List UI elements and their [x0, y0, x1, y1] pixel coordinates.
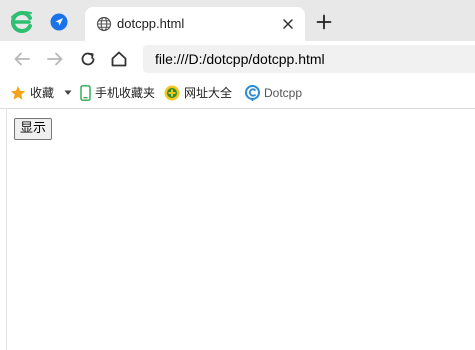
bookmark-mobile-favorites-label: 手机收藏夹 [95, 86, 156, 100]
bookmark-favorites[interactable]: 收藏 [10, 77, 54, 108]
arrow-right-icon[interactable] [46, 50, 64, 68]
bookmark-web-nav-label: 网址大全 [184, 86, 233, 100]
plus-icon[interactable] [316, 14, 332, 30]
bookmark-favorites-label: 收藏 [30, 86, 55, 100]
tab-strip: dotcpp.html [0, 0, 475, 41]
bookmarks-bar: 收藏 手机收藏夹 网址大全 Dotcpp [0, 77, 475, 109]
address-url[interactable]: file:///D:/dotcpp/dotcpp.html [155, 51, 325, 67]
content-divider [6, 109, 7, 350]
bookmark-web-nav[interactable]: 网址大全 [164, 77, 232, 108]
browser-window: dotcpp.html file:///D:/dotcpp/dotcpp.htm… [0, 0, 475, 350]
close-icon[interactable] [282, 18, 294, 30]
navigation-toolbar: file:///D:/dotcpp/dotcpp.html [0, 41, 475, 77]
page-content: 显示 [0, 109, 475, 350]
show-button[interactable]: 显示 [14, 118, 53, 140]
tab-title: dotcpp.html [117, 16, 185, 31]
tab-active[interactable]: dotcpp.html [85, 7, 305, 41]
bookmark-dotcpp[interactable]: Dotcpp [245, 77, 302, 108]
home-icon[interactable] [110, 50, 128, 68]
dotcpp-icon [245, 84, 260, 101]
navigation-arrow-icon[interactable] [50, 13, 68, 31]
phone-icon [80, 84, 91, 101]
star-icon [10, 85, 26, 100]
web-nav-icon [164, 85, 180, 100]
browser-logo-icon[interactable] [9, 9, 35, 35]
address-bar[interactable]: file:///D:/dotcpp/dotcpp.html [143, 45, 475, 73]
bookmark-dotcpp-label: Dotcpp [264, 85, 303, 100]
reload-icon[interactable] [79, 50, 97, 68]
globe-icon [96, 16, 112, 32]
arrow-left-icon[interactable] [13, 50, 31, 68]
bookmark-mobile-favorites[interactable]: 手机收藏夹 [80, 77, 155, 108]
caret-down-icon[interactable] [64, 90, 72, 96]
